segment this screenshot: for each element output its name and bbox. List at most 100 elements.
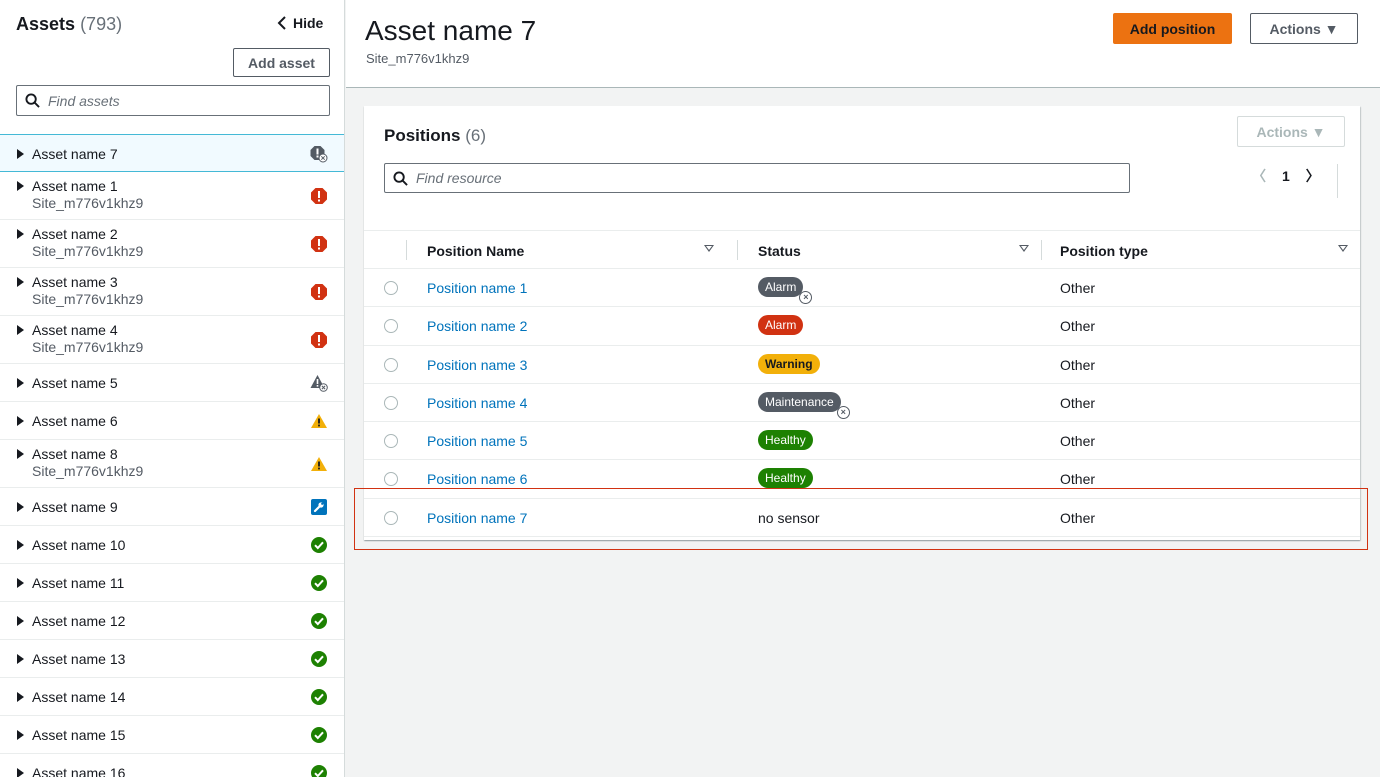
position-name-link[interactable]: Position name 2 xyxy=(427,318,527,334)
status-cell: Healthy xyxy=(758,430,813,451)
row-select-radio[interactable] xyxy=(384,395,398,410)
positions-title-text: Positions xyxy=(384,126,461,145)
asset-search-box[interactable] xyxy=(16,85,330,116)
position-name-link[interactable]: Position name 5 xyxy=(427,433,527,449)
expand-caret-icon[interactable] xyxy=(17,730,24,740)
asset-name: Asset name 11 xyxy=(32,575,125,591)
sidebar-title: Assets (793) xyxy=(16,14,122,35)
sort-icon[interactable] xyxy=(1019,245,1029,252)
asset-list-item[interactable]: Asset name 9 xyxy=(0,488,344,526)
position-name-link[interactable]: Position name 4 xyxy=(427,395,527,411)
resource-search-input[interactable] xyxy=(416,170,1116,186)
healthy-check-icon xyxy=(311,575,327,591)
expand-caret-icon[interactable] xyxy=(17,616,24,626)
sort-icon[interactable] xyxy=(1338,245,1348,252)
healthy-check-icon xyxy=(311,537,327,553)
asset-list-item[interactable]: Asset name 13 xyxy=(0,640,344,678)
asset-name: Asset name 4 xyxy=(32,322,118,338)
asset-name: Asset name 15 xyxy=(32,727,126,743)
expand-caret-icon[interactable] xyxy=(17,378,24,388)
critical-alert-icon xyxy=(311,236,327,252)
expand-caret-icon[interactable] xyxy=(17,502,24,512)
asset-list-item[interactable]: Asset name 3 Site_m776v1khz9 xyxy=(0,268,344,316)
asset-list-item[interactable]: Asset name 7 xyxy=(0,134,344,172)
expand-caret-icon[interactable] xyxy=(17,449,24,459)
expand-caret-icon[interactable] xyxy=(17,540,24,550)
position-type: Other xyxy=(1060,356,1096,373)
prev-page-icon[interactable]: 〈 xyxy=(1252,166,1266,186)
position-name-link[interactable]: Position name 6 xyxy=(427,471,527,487)
status-cell: Healthy xyxy=(758,468,813,489)
asset-list-item[interactable]: Asset name 11 xyxy=(0,564,344,602)
asset-name: Asset name 3 xyxy=(32,274,118,290)
position-type: Other xyxy=(1060,318,1096,335)
page-number[interactable]: 1 xyxy=(1282,168,1290,184)
asset-list-item[interactable]: Asset name 16 xyxy=(0,754,344,777)
row-select-radio[interactable] xyxy=(384,472,398,487)
position-name-link[interactable]: Position name 1 xyxy=(427,280,527,296)
table-header: Position Name Status Position type xyxy=(364,230,1360,269)
next-page-icon[interactable]: 〉 xyxy=(1306,166,1320,186)
position-type: Other xyxy=(1060,280,1096,296)
add-position-button[interactable]: Add position xyxy=(1113,13,1232,44)
asset-sidebar: Assets (793) Hide Add asset Asset name 7… xyxy=(0,0,345,777)
row-select-radio[interactable] xyxy=(384,434,398,449)
position-name-link[interactable]: Position name 7 xyxy=(427,510,527,526)
hide-sidebar-button[interactable]: Hide xyxy=(277,15,323,31)
positions-title: Positions (6) xyxy=(384,126,486,146)
asset-site: Site_m776v1khz9 xyxy=(32,195,144,211)
expand-caret-icon[interactable] xyxy=(17,578,24,588)
asset-list-item[interactable]: Asset name 8 Site_m776v1khz9 xyxy=(0,440,344,488)
expand-caret-icon[interactable] xyxy=(17,692,24,702)
status-badge: Healthy xyxy=(758,468,813,489)
resource-search-box[interactable] xyxy=(384,163,1130,193)
muted-icon: × xyxy=(799,291,813,304)
asset-list-item[interactable]: Asset name 14 xyxy=(0,678,344,716)
expand-caret-icon[interactable] xyxy=(17,149,24,159)
row-select-radio[interactable] xyxy=(384,357,398,372)
asset-list-item[interactable]: Asset name 2 Site_m776v1khz9 xyxy=(0,220,344,268)
asset-list-item[interactable]: Asset name 5 xyxy=(0,364,344,402)
asset-list-item[interactable]: Asset name 4 Site_m776v1khz9 xyxy=(0,316,344,364)
search-icon xyxy=(25,93,40,108)
positions-actions-button[interactable]: Actions ▼ xyxy=(1237,116,1345,147)
column-header-position-name[interactable]: Position Name xyxy=(427,243,524,259)
asset-list-item[interactable]: Asset name 6 xyxy=(0,402,344,440)
asset-list-item[interactable]: Asset name 1 Site_m776v1khz9 xyxy=(0,172,344,220)
row-select-radio[interactable] xyxy=(384,319,398,334)
expand-caret-icon[interactable] xyxy=(17,277,24,287)
warning-icon xyxy=(311,414,327,428)
expand-caret-icon[interactable] xyxy=(17,768,24,777)
muted-critical-alert-icon xyxy=(310,146,328,163)
expand-caret-icon[interactable] xyxy=(17,325,24,335)
asset-list-item[interactable]: Asset name 15 xyxy=(0,716,344,754)
column-header-status[interactable]: Status xyxy=(758,243,801,259)
expand-caret-icon[interactable] xyxy=(17,654,24,664)
asset-search-input[interactable] xyxy=(48,92,318,109)
critical-alert-icon xyxy=(311,188,327,204)
maintenance-wrench-icon xyxy=(311,499,327,515)
sort-icon[interactable] xyxy=(704,245,714,252)
hide-label: Hide xyxy=(293,15,324,31)
status-cell: Alarm xyxy=(758,315,804,336)
position-name-link[interactable]: Position name 3 xyxy=(427,357,527,373)
asset-list-item[interactable]: Asset name 10 xyxy=(0,526,344,564)
status-badge-label: Alarm xyxy=(765,318,797,333)
header-actions-button[interactable]: Actions ▼ xyxy=(1250,13,1358,44)
asset-name: Asset name 8 xyxy=(32,446,118,462)
column-header-position-type[interactable]: Position type xyxy=(1060,243,1148,259)
position-type: Other xyxy=(1060,509,1096,526)
asset-list-item[interactable]: Asset name 12 xyxy=(0,602,344,640)
asset-site: Site_m776v1khz9 xyxy=(32,243,144,259)
row-select-radio[interactable] xyxy=(384,281,398,295)
muted-icon: × xyxy=(836,405,850,419)
row-select-radio[interactable] xyxy=(384,510,398,525)
asset-name: Asset name 2 xyxy=(32,226,118,242)
expand-caret-icon[interactable] xyxy=(17,416,24,426)
positions-panel: Positions (6) Actions ▼ 〈 1 〉 Position N… xyxy=(364,106,1360,540)
status-text: no sensor xyxy=(758,509,820,526)
expand-caret-icon[interactable] xyxy=(17,181,24,191)
add-asset-button[interactable]: Add asset xyxy=(233,48,330,77)
expand-caret-icon[interactable] xyxy=(17,229,24,239)
asset-name: Asset name 13 xyxy=(32,651,126,667)
